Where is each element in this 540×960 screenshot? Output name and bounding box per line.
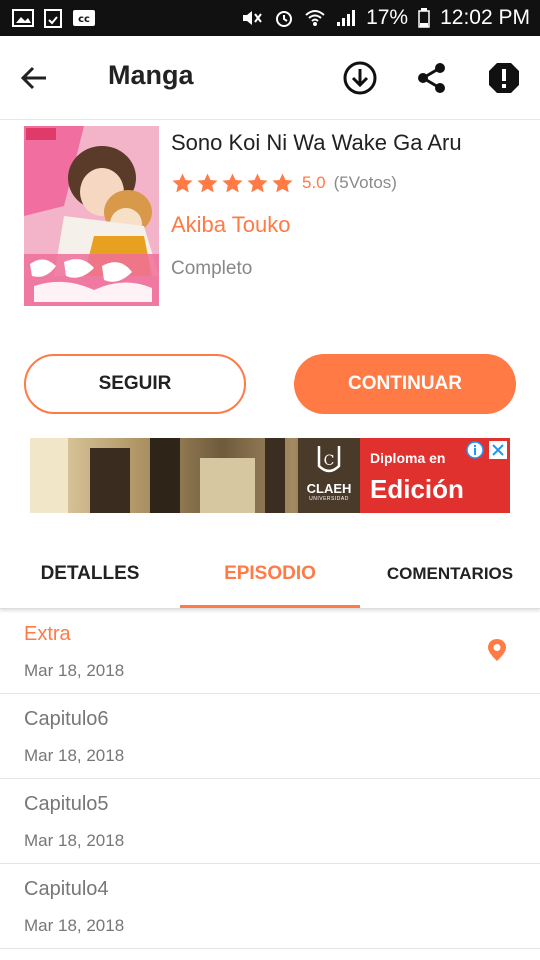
manga-info: Sono Koi Ni Wa Wake Ga Aru 5.0 (5Votos) … <box>171 130 531 280</box>
battery-percent: 17% <box>366 6 409 29</box>
rating: 5.0 (5Votos) <box>171 170 531 196</box>
ad-close-icon[interactable] <box>489 441 507 459</box>
share-icon[interactable] <box>414 60 450 96</box>
download-icon[interactable] <box>342 60 378 96</box>
clipboard-icon <box>44 8 62 28</box>
star-icon <box>272 172 293 192</box>
rating-votes: (5Votos) <box>333 173 397 192</box>
tab-details[interactable]: DETALLES <box>0 540 180 608</box>
wifi-icon <box>304 9 326 27</box>
episode-title: Capitulo6 <box>24 708 109 730</box>
episode-title: Capitulo5 <box>24 793 109 815</box>
page-title: Manga <box>108 60 194 90</box>
tab-episode[interactable]: EPISODIO <box>180 540 360 608</box>
manga-title: Sono Koi Ni Wa Wake Ga Aru <box>171 130 462 155</box>
ad-subheadline: Edición <box>370 474 464 504</box>
episode-date: Mar 18, 2018 <box>24 831 125 850</box>
location-pin-icon <box>484 637 510 663</box>
ad-brand: CLAEH <box>306 481 352 496</box>
publication-status: Completo <box>171 258 253 279</box>
clock: 12:02 PM <box>440 6 530 29</box>
svg-text:C: C <box>324 453 335 469</box>
episode-item[interactable]: Capitulo4 Mar 18, 2018 <box>0 864 540 949</box>
rating-stars <box>171 172 294 195</box>
ad-banner[interactable]: C CLAEH UNIVERSIDAD Diploma en Edición <box>30 438 510 513</box>
continue-button[interactable]: CONTINUAR <box>294 354 516 414</box>
back-arrow-icon[interactable] <box>18 62 50 94</box>
rating-score: 5.0 <box>302 173 326 192</box>
status-bar: cc 17% 12:02 PM <box>0 0 540 36</box>
star-icon <box>197 172 218 192</box>
author-link[interactable]: Akiba Touko <box>171 212 531 238</box>
mute-icon <box>240 8 264 28</box>
ad-text-panel: Diploma en Edición <box>360 438 510 513</box>
episode-date: Mar 18, 2018 <box>24 661 125 680</box>
signal-icon <box>336 9 356 27</box>
star-icon <box>172 172 193 192</box>
ad-logo: C CLAEH UNIVERSIDAD <box>298 438 360 513</box>
battery-icon <box>418 8 430 28</box>
episode-title: Extra <box>24 623 71 645</box>
episode-item[interactable]: Capitulo5 Mar 18, 2018 <box>0 779 540 864</box>
manga-cover-image <box>24 126 159 306</box>
ad-headline: Diploma en <box>370 450 446 466</box>
ad-brand-sub: UNIVERSIDAD <box>309 496 349 502</box>
tab-comments[interactable]: COMENTARIOS <box>360 540 540 608</box>
episode-item[interactable]: Capitulo6 Mar 18, 2018 <box>0 694 540 779</box>
follow-button[interactable]: SEGUIR <box>24 354 246 414</box>
episode-item[interactable]: Extra Mar 18, 2018 <box>0 609 540 694</box>
app-bar: Manga <box>0 36 540 120</box>
star-icon <box>247 172 268 192</box>
episode-date: Mar 18, 2018 <box>24 916 125 935</box>
alarm-icon <box>274 8 294 28</box>
star-icon <box>222 172 243 192</box>
svg-text:cc: cc <box>78 14 90 25</box>
tab-indicator <box>180 605 360 608</box>
tab-bar: DETALLES EPISODIO COMENTARIOS <box>0 540 540 609</box>
image-icon <box>12 9 34 27</box>
episode-title: Capitulo4 <box>24 878 109 900</box>
cc-icon: cc <box>72 9 96 27</box>
episode-date: Mar 18, 2018 <box>24 746 125 765</box>
ad-info-icon[interactable] <box>466 441 484 459</box>
report-icon[interactable] <box>486 60 522 96</box>
